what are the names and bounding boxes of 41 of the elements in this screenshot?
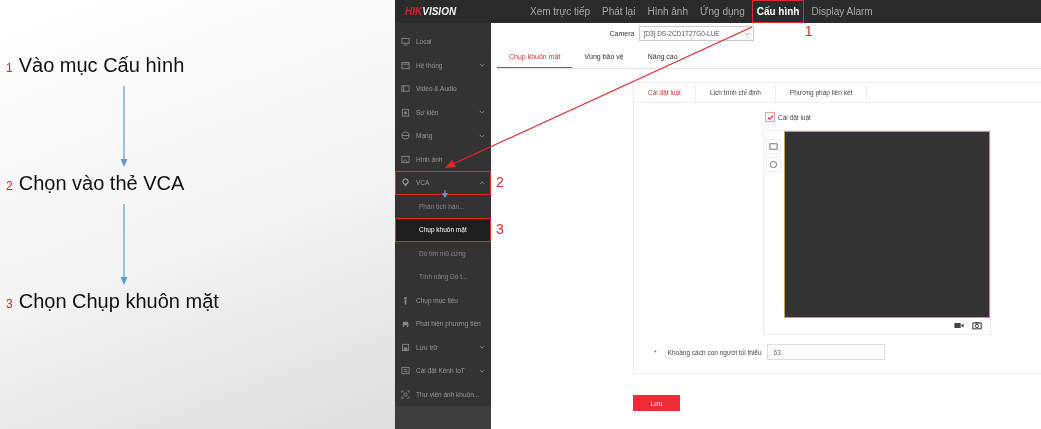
circle-tool-icon[interactable] xyxy=(766,157,781,172)
nav-tab[interactable]: Phát lại xyxy=(597,0,641,23)
chevron-down-icon xyxy=(479,63,485,68)
chevron-down-icon xyxy=(479,110,485,115)
step-text: Chọn vào thẻ VCA xyxy=(18,172,185,195)
nav-tab[interactable]: Xem trực tiếp xyxy=(525,0,596,23)
logo-prefix: HIK xyxy=(405,6,423,17)
chevron-down-icon xyxy=(479,345,485,350)
checkbox[interactable] xyxy=(765,112,775,122)
down-arrow xyxy=(442,189,448,198)
step-number: 3 xyxy=(6,297,13,311)
window-icon xyxy=(401,60,410,70)
video-icon xyxy=(401,84,410,94)
camera-icon[interactable] xyxy=(972,321,982,330)
chevron-down-icon xyxy=(479,133,485,138)
nav-tab[interactable]: Ứng dụng xyxy=(695,0,750,23)
step-text: Chọn Chụp khuôn mặt xyxy=(18,290,219,313)
callout-number: 1 xyxy=(804,23,813,39)
video-camera-icon[interactable] xyxy=(954,321,964,330)
nav-tab[interactable]: Hình ảnh xyxy=(642,0,693,23)
chevron-up-icon xyxy=(479,180,485,185)
callout-number: 2 xyxy=(496,174,504,190)
chevron-down-icon xyxy=(744,31,751,36)
nav-tab[interactable]: Display Alarm xyxy=(806,0,878,23)
nav-tab[interactable]: Cấu hình xyxy=(751,0,805,23)
bulb-icon xyxy=(401,178,410,188)
step-text: Vào mục Cấu hình xyxy=(18,54,185,77)
face-scan-icon xyxy=(401,389,410,399)
globe-icon xyxy=(401,131,410,141)
grid-icon xyxy=(401,366,410,376)
step-number: 2 xyxy=(6,179,13,193)
person-icon xyxy=(401,295,410,305)
monitor-icon xyxy=(401,37,410,47)
chevron-down-icon xyxy=(479,368,485,373)
rectangle-tool-icon[interactable] xyxy=(766,139,781,154)
step-number: 1 xyxy=(6,61,13,75)
logo-suffix: VISION xyxy=(422,6,457,17)
callout-number: 3 xyxy=(496,221,504,237)
image-icon xyxy=(401,154,410,164)
car-icon xyxy=(401,319,410,329)
calendar-icon xyxy=(401,107,410,117)
